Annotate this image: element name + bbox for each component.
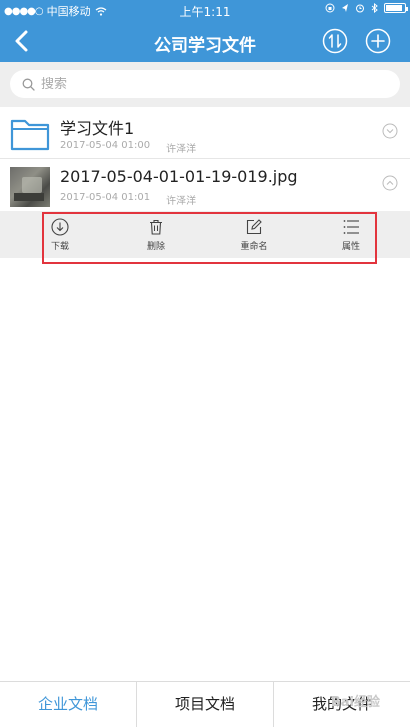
download-icon bbox=[51, 218, 69, 236]
search-icon bbox=[22, 78, 35, 91]
navigation-bar: 公司学习文件 bbox=[0, 20, 410, 62]
file-name: 2017-05-04-01-01-19-019.jpg bbox=[60, 167, 298, 186]
file-action-bar: 下载 删除 重命名 属性 bbox=[0, 211, 410, 258]
tab-project-docs[interactable]: 项目文档 bbox=[137, 682, 274, 727]
location-icon bbox=[342, 4, 348, 12]
trash-icon bbox=[150, 219, 162, 235]
file-meta: 2017-05-04 01:00 许泽洋 bbox=[60, 140, 196, 155]
download-label: 下载 bbox=[50, 242, 69, 252]
delete-label: 删除 bbox=[146, 242, 165, 252]
search-box[interactable] bbox=[10, 70, 400, 98]
bottom-tab-bar: 企业文档 项目文档 我的文件 bbox=[0, 681, 410, 727]
file-meta: 2017-05-04 01:01 许泽洋 bbox=[60, 192, 196, 207]
rename-button[interactable]: 重命名 bbox=[224, 218, 284, 252]
file-date: 2017-05-04 01:00 bbox=[60, 140, 151, 151]
file-date: 2017-05-04 01:01 bbox=[60, 192, 151, 203]
status-bar: ●●●●○ 中国移动 上午1:11 bbox=[0, 0, 410, 20]
file-row-image[interactable]: 2017-05-04-01-01-19-019.jpg 2017-05-04 0… bbox=[0, 159, 410, 211]
tab-my-files[interactable]: 我的文件 bbox=[274, 682, 410, 727]
delete-button[interactable]: 删除 bbox=[126, 218, 186, 252]
battery-icon bbox=[384, 3, 408, 13]
alarm-icon bbox=[356, 4, 364, 13]
status-right bbox=[325, 3, 408, 13]
download-button[interactable]: 下载 bbox=[30, 218, 90, 252]
bluetooth-icon bbox=[371, 3, 378, 13]
file-row-folder[interactable]: 学习文件1 2017-05-04 01:00 许泽洋 bbox=[0, 107, 410, 159]
page-title: 公司学习文件 bbox=[154, 36, 256, 56]
properties-label: 属性 bbox=[341, 242, 360, 252]
lock-rotation-icon bbox=[325, 3, 335, 13]
file-owner: 许泽洋 bbox=[166, 196, 197, 207]
chevron-up-icon[interactable] bbox=[382, 175, 398, 191]
file-name: 学习文件1 bbox=[60, 119, 135, 138]
tab-enterprise-docs[interactable]: 企业文档 bbox=[0, 682, 137, 727]
sort-icon[interactable] bbox=[322, 28, 348, 54]
add-icon[interactable] bbox=[365, 28, 391, 54]
rename-label: 重命名 bbox=[240, 242, 268, 252]
edit-icon bbox=[246, 219, 262, 235]
chevron-down-icon[interactable] bbox=[382, 123, 398, 139]
image-thumbnail bbox=[10, 167, 50, 207]
search-input[interactable] bbox=[41, 76, 371, 92]
properties-button[interactable]: 属性 bbox=[321, 218, 381, 252]
search-area bbox=[0, 62, 410, 107]
file-owner: 许泽洋 bbox=[166, 144, 197, 155]
folder-icon bbox=[10, 119, 50, 151]
list-icon bbox=[343, 220, 359, 234]
